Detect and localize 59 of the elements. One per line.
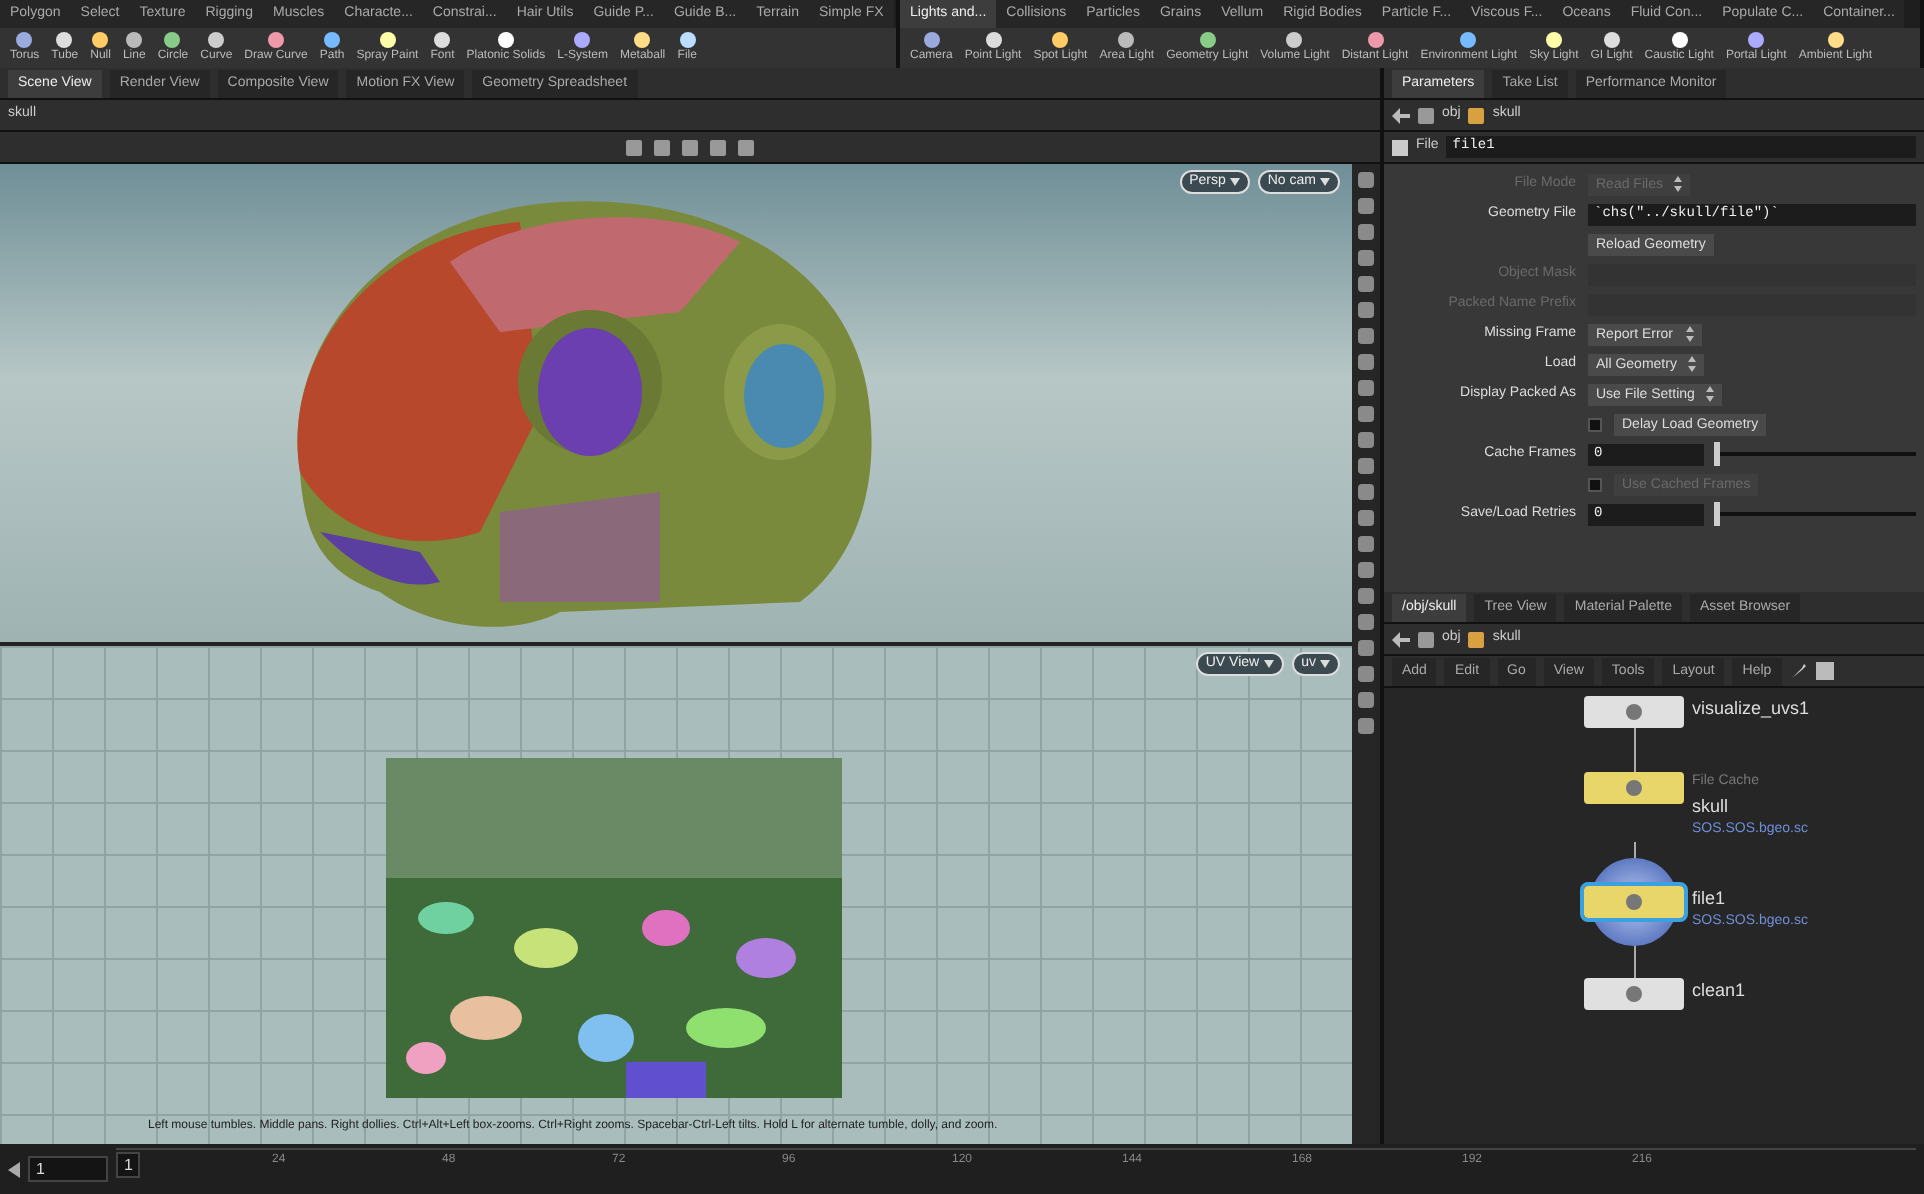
tool-icon	[1365, 30, 1385, 50]
tool-icon	[1601, 30, 1622, 50]
tool-icon	[54, 30, 75, 50]
node-icon	[1624, 983, 1644, 1003]
tool-icon	[14, 30, 35, 50]
grid-icon[interactable]	[1815, 662, 1834, 680]
tool-icon	[206, 30, 227, 50]
tool-icon	[377, 30, 398, 50]
tool-icon	[1669, 30, 1690, 50]
node-name[interactable]: skull	[1692, 793, 1808, 820]
tool-icon	[1825, 30, 1846, 50]
tool-icon	[1050, 30, 1071, 50]
tool-icon	[921, 30, 942, 50]
play-icon[interactable]	[8, 1161, 20, 1177]
caret-icon	[1320, 660, 1330, 668]
checkbox[interactable]	[1588, 417, 1602, 431]
network-node[interactable]	[1584, 977, 1684, 1009]
network-node[interactable]	[1584, 696, 1684, 728]
tool-icon	[572, 30, 593, 50]
node-icon	[1624, 778, 1644, 798]
caret-icon	[1320, 178, 1330, 186]
tool-icon	[322, 30, 343, 50]
back-arrow-icon[interactable]	[1392, 107, 1410, 123]
stepper-icon	[1706, 386, 1715, 402]
node-icon	[1468, 107, 1485, 123]
tool-icon	[983, 30, 1004, 50]
tool-icon	[90, 30, 111, 50]
slider-handle[interactable]	[1714, 502, 1720, 526]
tool-icon	[1197, 30, 1218, 50]
tool-icon	[266, 30, 287, 50]
node-name[interactable]: visualize_uvs1	[1692, 696, 1810, 723]
network-node[interactable]	[1584, 772, 1684, 804]
stepper-icon	[1674, 176, 1683, 192]
tool-icon	[1116, 30, 1137, 50]
node-type-icon	[1392, 139, 1408, 155]
folder-icon	[1418, 631, 1434, 647]
node-icon	[1624, 702, 1644, 722]
stepper-icon	[1685, 326, 1694, 342]
caret-icon	[1229, 178, 1240, 186]
back-arrow-icon[interactable]	[1392, 631, 1410, 647]
frame-field[interactable]: 1	[28, 1156, 108, 1182]
tool-icon	[162, 30, 183, 50]
tool-icon	[632, 30, 653, 50]
stepper-icon	[1688, 356, 1697, 372]
tool-icon	[124, 30, 145, 50]
tool-icon	[1543, 30, 1564, 50]
tool-icon	[677, 30, 698, 50]
current-frame-marker[interactable]: 1	[116, 1151, 141, 1177]
caret-icon	[1263, 660, 1274, 668]
tool-icon	[1458, 30, 1479, 50]
tool-icon	[495, 30, 516, 50]
node-name[interactable]: clean1	[1692, 977, 1746, 1004]
slider-handle[interactable]	[1714, 442, 1720, 466]
tool-icon	[1746, 30, 1767, 50]
tool-icon	[432, 30, 453, 50]
node-name[interactable]: file1	[1692, 885, 1808, 912]
tool-icon	[1284, 30, 1305, 50]
node-icon	[1468, 631, 1485, 647]
folder-icon	[1418, 107, 1434, 123]
